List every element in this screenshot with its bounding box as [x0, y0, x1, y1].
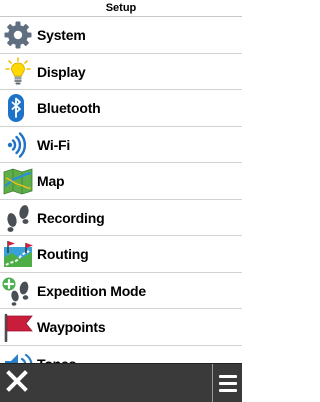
page-title: Setup: [0, 0, 242, 17]
menu-item-tones[interactable]: Tones: [0, 345, 242, 364]
menu-item-label: Display: [37, 63, 86, 80]
menu-item-waypoints[interactable]: Waypoints: [0, 309, 242, 346]
menu-item-expedition-mode[interactable]: Expedition Mode: [0, 272, 242, 309]
expedition-icon: [2, 276, 34, 306]
gear-icon: [2, 20, 34, 50]
menu-item-label: Waypoints: [37, 319, 106, 335]
menu-item-label: Recording: [37, 209, 105, 226]
menu-item-label: Bluetooth: [37, 100, 101, 116]
flag-icon: [2, 312, 34, 342]
menu-item-display[interactable]: Display: [0, 53, 242, 90]
menu-item-wifi[interactable]: Wi-Fi: [0, 126, 242, 163]
close-icon: [6, 369, 28, 397]
menu-item-label: Expedition Mode: [37, 282, 147, 299]
hamburger-menu-icon: [218, 381, 237, 385]
menu-item-label: Routing: [37, 246, 89, 262]
menu-button[interactable]: [212, 364, 242, 402]
setup-menu-list[interactable]: System Display Bluetooth Wi-Fi Map Recor…: [0, 17, 242, 363]
menu-item-recording[interactable]: Recording: [0, 199, 242, 236]
wifi-icon: [2, 130, 34, 160]
menu-item-label: Map: [37, 173, 65, 189]
hamburger-menu-icon: [218, 388, 237, 392]
close-button[interactable]: [0, 364, 34, 402]
map-icon: [2, 166, 34, 196]
menu-item-label: Tones: [37, 346, 76, 364]
menu-item-map[interactable]: Map: [0, 163, 242, 200]
tones-icon: [2, 349, 34, 363]
footprints-icon: [2, 203, 34, 233]
lightbulb-icon: [2, 56, 34, 87]
menu-item-bluetooth[interactable]: Bluetooth: [0, 90, 242, 127]
hamburger-menu-icon: [218, 374, 237, 378]
routing-icon: [2, 239, 34, 269]
menu-item-system[interactable]: System: [0, 17, 242, 54]
bluetooth-icon: [2, 93, 34, 123]
menu-item-label: System: [37, 27, 86, 43]
menu-item-routing[interactable]: Routing: [0, 236, 242, 273]
bottom-toolbar: [0, 363, 242, 402]
menu-item-label: Wi-Fi: [37, 136, 71, 153]
